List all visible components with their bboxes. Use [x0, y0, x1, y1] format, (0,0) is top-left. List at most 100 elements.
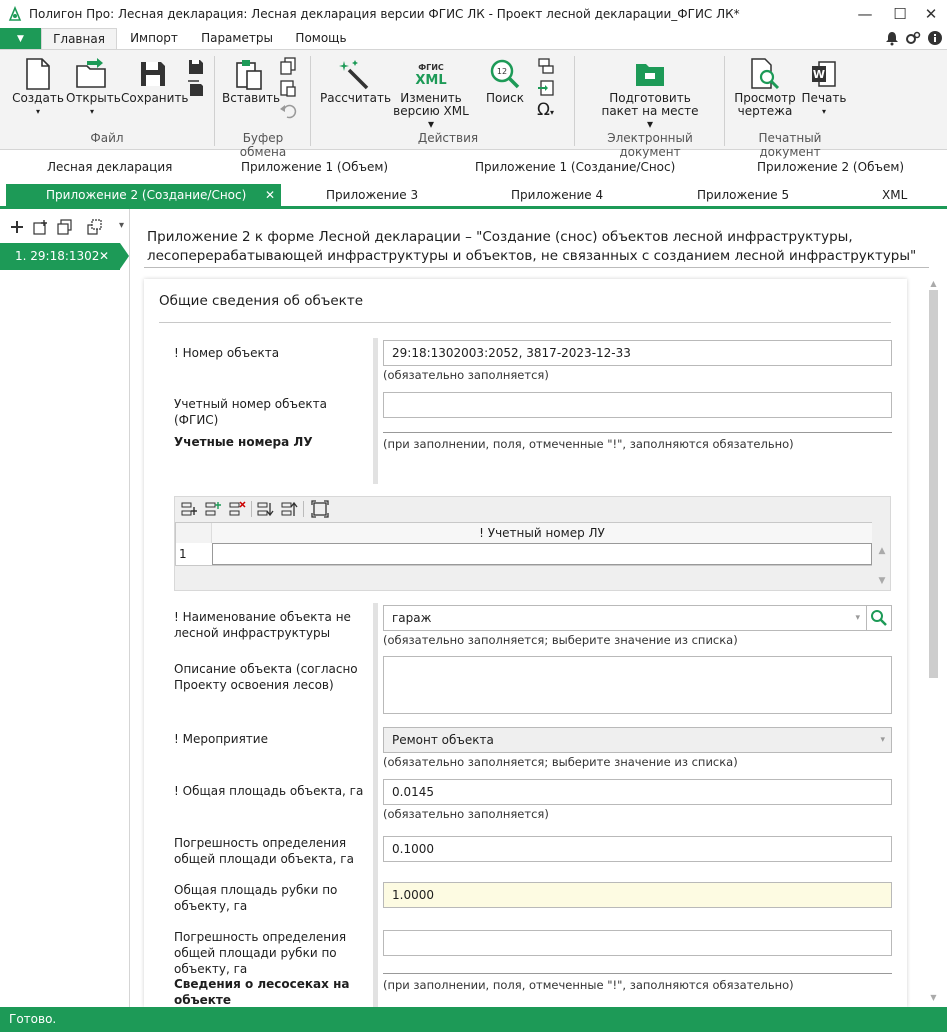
app-menu-button[interactable]: ▼ — [0, 28, 41, 50]
prepare-package-button[interactable]: Подготовить пакет на месте ▾ — [598, 56, 702, 131]
main-scrollbar-thumb[interactable] — [929, 290, 938, 678]
area-error-input[interactable]: 0.1000 — [383, 836, 892, 862]
save-as-icon[interactable] — [187, 58, 205, 76]
view-drawing-label-2: чертежа — [737, 104, 793, 118]
add-icon[interactable] — [9, 219, 25, 235]
tab-app2-create[interactable]: Приложение 2 (Создание/Снос) ✕ — [6, 184, 281, 207]
cut-area-input[interactable]: 1.0000 — [383, 882, 892, 908]
cut-error-input[interactable] — [383, 930, 892, 956]
lu-numbers-label: Учетные номера ЛУ — [174, 435, 313, 449]
add-row-icon[interactable] — [205, 501, 222, 518]
maximize-button[interactable]: ☐ — [883, 0, 917, 28]
area-label: ! Общая площадь объекта, га — [174, 784, 364, 798]
toolbar-separator — [303, 501, 304, 517]
group-print-label: Печатный документ — [758, 131, 822, 159]
copy-object-icon[interactable] — [87, 219, 103, 235]
create-label: Создать — [12, 91, 64, 105]
object-name-hint: (обязательно заполняется; выберите значе… — [383, 633, 738, 647]
open-button[interactable]: Открыть ▾ — [66, 56, 121, 118]
settings-icon[interactable] — [905, 30, 921, 46]
search-button[interactable]: 12 Поиск — [482, 56, 528, 105]
copy-icon[interactable] — [279, 57, 297, 75]
table-icon[interactable] — [537, 57, 555, 75]
export-icon[interactable] — [537, 79, 555, 97]
tab-app5[interactable]: Приложение 5 — [697, 184, 789, 207]
tab-app4[interactable]: Приложение 4 — [511, 184, 603, 207]
object-number-input[interactable]: 29:18:1302003:2052, 3817-2023-12-33 — [383, 340, 892, 366]
object-name-label: ! Наименование объекта не лесной инфраст… — [174, 610, 351, 640]
object-list-item-label: 1. 29:18:1302 — [15, 249, 100, 263]
folder-package-icon — [636, 64, 664, 86]
view-drawing-button[interactable]: Просмотр чертежа — [734, 56, 796, 118]
fgis-number-label: Учетный номер объекта (ФГИС) — [174, 397, 327, 427]
lu-hint: (при заполнении, поля, отмеченные "!", з… — [383, 437, 794, 451]
search-icon-number: 12 — [497, 67, 507, 76]
object-name-select[interactable]: гараж ▾ — [383, 605, 867, 631]
info-icon[interactable] — [927, 30, 943, 46]
area-input[interactable]: 0.0145 — [383, 779, 892, 805]
create-button[interactable]: Создать ▾ — [12, 56, 64, 118]
lookup-button[interactable] — [866, 605, 892, 631]
preview-icon — [751, 58, 780, 90]
section-divider — [159, 322, 891, 323]
cut-icon[interactable] — [279, 79, 297, 97]
description-textarea[interactable] — [383, 656, 892, 714]
search-icon — [871, 610, 887, 626]
print-button[interactable]: W Печать ▾ — [800, 56, 848, 118]
minimize-button[interactable]: — — [848, 0, 882, 28]
duplicate-icon[interactable] — [57, 219, 73, 235]
tab-app3[interactable]: Приложение 3 — [326, 184, 418, 207]
move-row-down-icon[interactable] — [257, 501, 274, 518]
fgis-number-input[interactable] — [383, 392, 892, 418]
column-header-lu-number[interactable]: ! Учетный номер ЛУ — [212, 523, 872, 543]
move-row-up-icon[interactable] — [281, 501, 298, 518]
page-title: Приложение 2 к форме Лесной декларации –… — [147, 229, 917, 264]
tab-help[interactable]: Помощь — [288, 28, 354, 50]
tab-home[interactable]: Главная — [41, 28, 117, 50]
object-number-hint: (обязательно заполняется) — [383, 368, 549, 382]
tab-app1-create[interactable]: Приложение 1 (Создание/Снос) — [475, 160, 675, 174]
delete-row-icon[interactable] — [229, 501, 246, 518]
magic-wand-icon — [339, 60, 369, 90]
app-logo-icon — [8, 6, 22, 21]
fit-columns-icon[interactable] — [311, 500, 329, 518]
save-all-icon[interactable] — [187, 80, 205, 98]
object-list-item[interactable]: 1. 29:18:1302 ✕ — [0, 243, 120, 270]
window-title: Полигон Про: Лесная декларация: Лесная д… — [29, 7, 740, 21]
close-tab-icon[interactable]: ✕ — [265, 184, 275, 207]
bell-icon[interactable] — [884, 30, 900, 46]
special-chars-button[interactable]: Ω▾ — [537, 100, 554, 123]
tab-xml[interactable]: XML — [882, 184, 907, 207]
omega-icon: Ω — [537, 100, 550, 120]
scroll-up-arrow[interactable]: ▲ — [929, 279, 938, 289]
search-label: Поиск — [485, 91, 524, 105]
measure-select[interactable]: Ремонт объекта ▾ — [383, 727, 892, 753]
lu-number-cell[interactable] — [212, 543, 872, 565]
lu-table: ! Учетный номер ЛУ 1 — [175, 522, 872, 566]
lu-divider — [383, 432, 892, 433]
calculate-button[interactable]: Рассчитать — [320, 56, 391, 105]
save-button[interactable]: Сохранить — [121, 56, 189, 105]
scroll-down-arrow[interactable]: ▼ — [929, 993, 938, 1003]
description-label: Описание объекта (согласно Проекту освое… — [174, 662, 358, 692]
paste-button[interactable]: Вставить — [222, 56, 280, 105]
tab-forest-declaration[interactable]: Лесная декларация — [47, 160, 172, 174]
tab-app1-volume[interactable]: Приложение 1 (Объем) — [241, 160, 388, 174]
more-dropdown-icon[interactable]: ▾ — [119, 220, 124, 231]
undo-icon[interactable] — [279, 101, 297, 119]
change-xml-version-button[interactable]: ФГИС XML Изменить версию XML ▾ — [392, 56, 470, 131]
fgis-xml-icon: ФГИС XML — [392, 56, 470, 92]
save-icon — [141, 62, 165, 86]
remove-object-icon[interactable]: ✕ — [99, 243, 109, 270]
insert-row-icon[interactable] — [181, 501, 198, 518]
tab-app2-volume[interactable]: Приложение 2 (Объем) — [757, 160, 904, 174]
tab-parameters[interactable]: Параметры — [196, 28, 278, 50]
area-error-label: Погрешность определения общей площади об… — [174, 836, 354, 866]
add-child-icon[interactable] — [33, 219, 49, 235]
group-edoc-label: Электронный документ — [607, 131, 693, 159]
grid-scrollbar[interactable]: ▲ ▼ — [874, 522, 890, 588]
close-window-button[interactable]: ✕ — [914, 0, 947, 28]
search-icon: 12 — [490, 59, 520, 89]
status-bar: Готово. — [0, 1007, 947, 1032]
tab-import[interactable]: Импорт — [121, 28, 187, 50]
